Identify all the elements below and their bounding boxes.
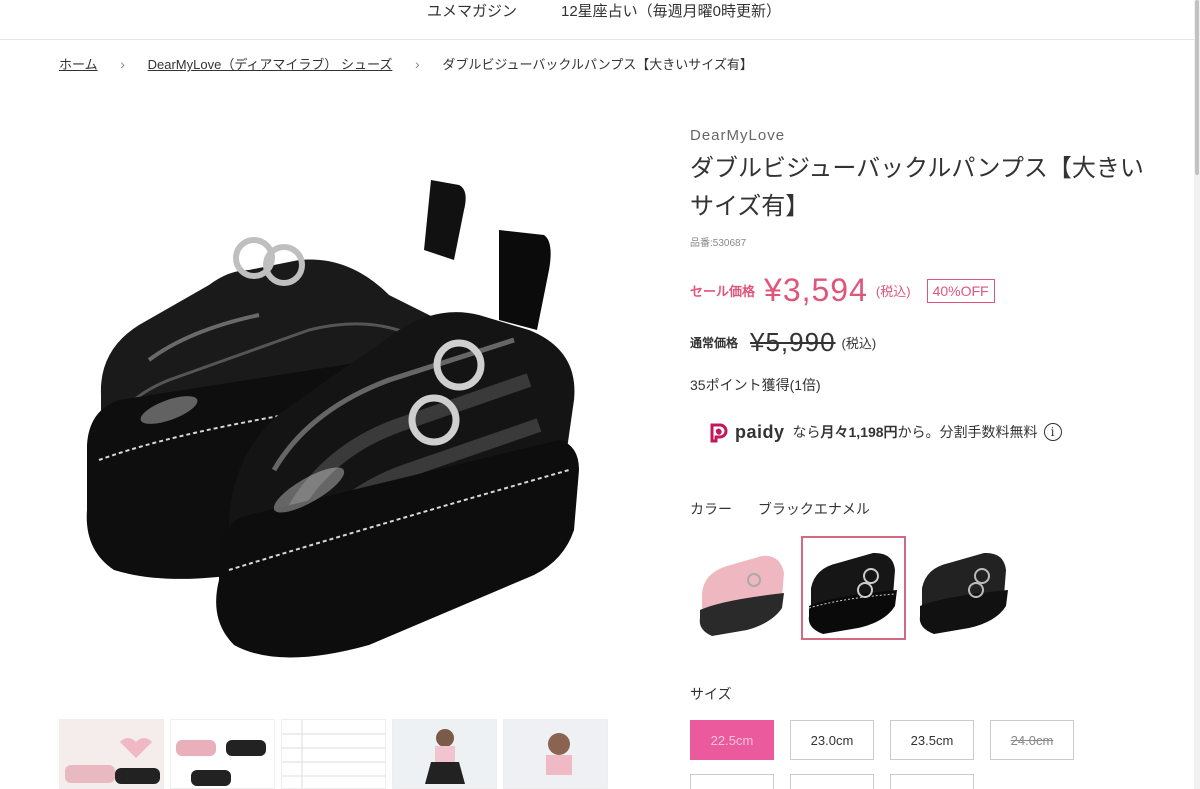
regular-label: 通常価格 [690, 336, 739, 350]
breadcrumb: ホーム › DearMyLove（ディアマイラブ） シューズ › ダブルビジュー… [59, 54, 753, 73]
thumbnail-5[interactable] [503, 719, 608, 789]
chevron-right-icon: › [415, 55, 420, 72]
paidy-text-post: から。分割手数料無料 [897, 424, 1038, 440]
discount-badge: 40%OFF [926, 278, 995, 303]
color-swatch-pink[interactable] [690, 536, 795, 640]
color-swatch-black[interactable] [912, 536, 1017, 640]
chevron-right-icon: › [120, 55, 125, 72]
regular-price: ¥5,990 [750, 327, 836, 357]
main-product-image[interactable] [59, 110, 605, 700]
color-swatch-black-enamel[interactable] [801, 536, 906, 640]
color-label: カラー [690, 501, 732, 517]
size-label: サイズ [690, 686, 732, 702]
regular-price-row: 通常価格 ¥5,990 (税込) [690, 327, 876, 358]
size-option[interactable] [790, 774, 874, 789]
sale-tax-label: (税込) [875, 284, 911, 299]
size-options-row-2 [690, 774, 974, 789]
top-nav: ユメマガジン 12星座占い（毎週月曜0時更新） [0, 0, 1200, 40]
sale-label: セール価格 [690, 284, 756, 299]
size-option-23-0[interactable]: 23.0cm [790, 720, 874, 760]
breadcrumb-current: ダブルビジューバックルパンプス【大きいサイズ有】 [442, 57, 753, 72]
points-earned: 35ポイント獲得(1倍) [690, 377, 821, 393]
regular-tax-label: (税込) [841, 336, 877, 351]
paidy-text-pre: なら [792, 424, 821, 440]
size-option[interactable] [690, 774, 774, 789]
scrollbar-thumb[interactable] [1195, 0, 1199, 175]
product-title: ダブルビジューバックルパンプス【大きいサイズ有】 [690, 155, 1144, 220]
sale-price-row: セール価格 ¥3,594 (税込) 40%OFF [690, 272, 995, 309]
paidy-logo-text: paidy [735, 421, 785, 442]
nav-link-horoscope[interactable]: 12星座占い（毎週月曜0時更新） [561, 0, 781, 21]
paidy-banner: paidy なら 月々1,198円 から。分割手数料無料 i [708, 421, 1062, 443]
nav-link-yume-magazine[interactable]: ユメマガジン [427, 0, 517, 21]
color-swatches [690, 536, 1017, 640]
brand-name[interactable]: DearMyLove [690, 127, 785, 144]
color-selected-value: ブラックエナメル [757, 501, 870, 517]
thumbnail-1[interactable] [59, 719, 164, 789]
product-code: 品番:530687 [690, 238, 747, 249]
thumbnail-4[interactable] [392, 719, 497, 789]
size-option-24-0[interactable]: 24.0cm [990, 720, 1074, 760]
breadcrumb-home[interactable]: ホーム [59, 54, 98, 73]
breadcrumb-category[interactable]: DearMyLove（ディアマイラブ） シューズ [148, 54, 393, 73]
size-option-22-5[interactable]: 22.5cm [690, 720, 774, 760]
thumbnail-2[interactable] [170, 719, 275, 789]
thumbnail-strip [59, 719, 608, 789]
paidy-amount: 月々1,198円 [820, 424, 898, 440]
sale-price: ¥3,594 [764, 272, 868, 308]
size-options: 22.5cm 23.0cm 23.5cm 24.0cm [690, 720, 1074, 760]
size-option[interactable] [890, 774, 974, 789]
color-row: カラー ブラックエナメル [690, 499, 870, 519]
scrollbar[interactable] [1194, 0, 1200, 789]
paidy-logo-icon [710, 423, 728, 443]
size-option-23-5[interactable]: 23.5cm [890, 720, 974, 760]
thumbnail-3[interactable] [281, 719, 386, 789]
info-icon[interactable]: i [1043, 423, 1062, 441]
